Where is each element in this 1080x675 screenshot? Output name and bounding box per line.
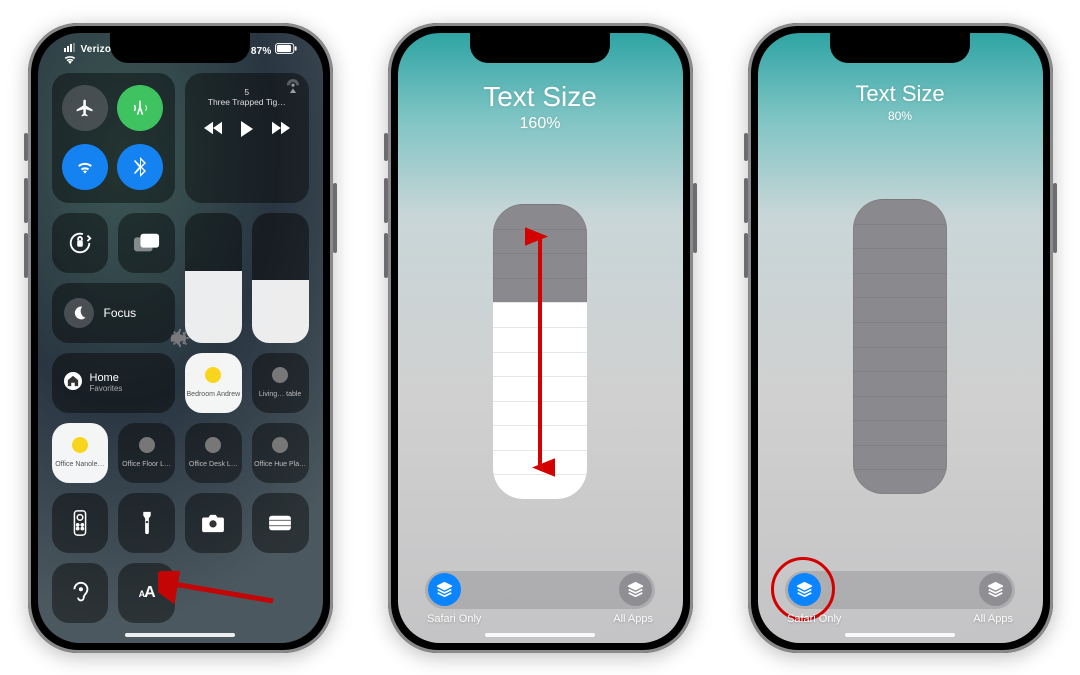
connectivity-tile[interactable] [52,73,176,203]
text-size-percent: 80% [888,109,912,123]
text-size-button[interactable]: AA [118,563,175,623]
play-button[interactable] [240,121,254,137]
airplane-mode-toggle[interactable] [62,85,108,131]
scope-labels: Safari Only All Apps [785,613,1015,625]
volume-slider[interactable] [252,213,309,343]
media-track-number: 5 [208,87,286,97]
text-size-title: Text Size [855,81,944,107]
media-tile[interactable]: 5 Three Trapped Tig… [185,73,309,203]
home-title: Home [90,372,123,384]
scope-labels: Safari Only All Apps [425,613,655,625]
hearing-button[interactable] [52,563,109,623]
rotation-lock-button[interactable] [52,213,109,273]
brightness-slider[interactable] [185,213,242,343]
focus-label: Focus [104,306,137,320]
bluetooth-toggle[interactable] [117,144,163,190]
scope-right-label: All Apps [613,613,653,625]
text-size-scope-toggle[interactable] [425,571,655,609]
scope-right-label: All Apps [973,613,1013,625]
scope-left-label: Safari Only [427,613,481,625]
screen-mirroring-button[interactable] [118,213,175,273]
homekit-tile-2[interactable]: Office Nanole… [52,423,109,483]
wifi-toggle[interactable] [62,144,108,190]
phone-text-size-160: Text Size 160% [388,23,693,653]
text-size-slider[interactable] [493,204,587,499]
home-tile[interactable]: Home Favorites [52,353,176,413]
homekit-tile-1[interactable]: Living… table [252,353,309,413]
flashlight-button[interactable] [118,493,175,553]
fastforward-button[interactable] [272,121,290,137]
battery-percent: 87% [251,46,272,57]
cellular-data-toggle[interactable] [117,85,163,131]
scope-option-left[interactable] [428,573,461,606]
wallet-button[interactable] [252,493,309,553]
media-track-title: Three Trapped Tig… [208,97,286,107]
text-size-title: Text Size [483,81,597,113]
scope-option-right[interactable] [619,573,652,606]
rewind-button[interactable] [204,121,222,137]
wifi-status-icon [64,55,121,64]
tv-remote-button[interactable] [52,493,109,553]
homekit-tile-0[interactable]: Bedroom Andrew [185,353,242,413]
home-subtitle: Favorites [90,384,123,393]
phone-text-size-80: Text Size 80% Safari Only All Apps [748,23,1053,653]
homekit-tile-4[interactable]: Office Desk L… [185,423,242,483]
text-size-scope-toggle[interactable] [785,571,1015,609]
signal-icon [64,43,75,52]
text-size-percent: 160% [520,115,561,133]
homekit-tile-3[interactable]: Office Floor L… [118,423,175,483]
camera-button[interactable] [185,493,242,553]
focus-button[interactable]: Focus [52,283,176,343]
scope-left-label: Safari Only [787,613,841,625]
airplay-icon[interactable] [285,79,301,93]
battery-icon [275,43,297,54]
text-size-slider[interactable] [853,199,947,494]
text-size-icon: AA [139,584,155,602]
moon-icon [64,298,94,328]
homekit-tile-5[interactable]: Office Hue Pla… [252,423,309,483]
control-center-grid: 5 Three Trapped Tig… [52,73,309,623]
scope-option-right[interactable] [979,573,1012,606]
home-icon [64,372,82,390]
phone-control-center: Verizon ➤ ⏰ 87% [28,23,333,653]
scope-option-left[interactable] [788,573,821,606]
